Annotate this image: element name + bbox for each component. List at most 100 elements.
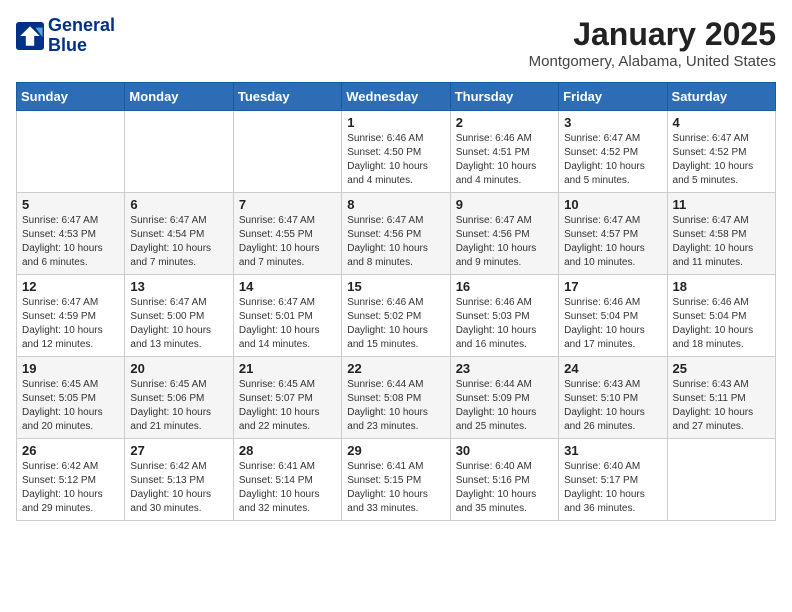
logo-line2: Blue [48,36,115,56]
calendar-cell [667,439,775,521]
day-number: 7 [239,197,336,212]
calendar-cell: 29 Sunrise: 6:41 AM Sunset: 5:15 PM Dayli… [342,439,450,521]
day-number: 29 [347,443,444,458]
day-info: Sunrise: 6:41 AM Sunset: 5:15 PM Dayligh… [347,460,444,516]
week-row-4: 26 Sunrise: 6:42 AM Sunset: 5:12 PM Dayli… [17,439,776,521]
week-row-1: 5Sunrise: 6:47 AM Sunset: 4:53 PM Daylig… [17,193,776,275]
title-area: January 2025 Montgomery, Alabama, United… [529,16,776,70]
calendar-cell: 11 Sunrise: 6:47 AM Sunset: 4:58 PM Dayli… [667,193,775,275]
week-row-3: 19 Sunrise: 6:45 AM Sunset: 5:05 PM Dayli… [17,357,776,439]
calendar-cell: 31 Sunrise: 6:40 AM Sunset: 5:17 PM Dayli… [559,439,667,521]
logo-line1: General [48,16,115,36]
weekday-header-saturday: Saturday [667,83,775,111]
day-number: 17 [564,279,661,294]
weekday-header-row: SundayMondayTuesdayWednesdayThursdayFrid… [17,83,776,111]
day-number: 3 [564,115,661,130]
calendar-cell: 9 Sunrise: 6:47 AM Sunset: 4:56 PM Daylig… [450,193,558,275]
day-info: Sunrise: 6:47 AM Sunset: 5:00 PM Dayligh… [130,296,227,352]
day-number: 26 [22,443,119,458]
week-row-0: 1Sunrise: 6:46 AM Sunset: 4:50 PM Daylig… [17,111,776,193]
calendar-cell: 19 Sunrise: 6:45 AM Sunset: 5:05 PM Dayli… [17,357,125,439]
calendar-cell: 5Sunrise: 6:47 AM Sunset: 4:53 PM Daylig… [17,193,125,275]
day-info: Sunrise: 6:42 AM Sunset: 5:13 PM Dayligh… [130,460,227,516]
calendar-cell: 7Sunrise: 6:47 AM Sunset: 4:55 PM Daylig… [233,193,341,275]
logo: General Blue [16,16,115,56]
day-number: 10 [564,197,661,212]
calendar-cell: 12 Sunrise: 6:47 AM Sunset: 4:59 PM Dayli… [17,275,125,357]
calendar-cell: 14 Sunrise: 6:47 AM Sunset: 5:01 PM Dayli… [233,275,341,357]
logo-text: General Blue [48,16,115,56]
day-number: 30 [456,443,553,458]
day-number: 5 [22,197,119,212]
calendar-cell: 4Sunrise: 6:47 AM Sunset: 4:52 PM Daylig… [667,111,775,193]
day-number: 11 [673,197,770,212]
day-info: Sunrise: 6:47 AM Sunset: 5:01 PM Dayligh… [239,296,336,352]
day-info: Sunrise: 6:47 AM Sunset: 4:52 PM Dayligh… [673,132,770,188]
day-info: Sunrise: 6:47 AM Sunset: 4:54 PM Dayligh… [130,214,227,270]
calendar-cell: 18 Sunrise: 6:46 AM Sunset: 5:04 PM Dayli… [667,275,775,357]
calendar: SundayMondayTuesdayWednesdayThursdayFrid… [16,82,776,521]
day-number: 24 [564,361,661,376]
day-number: 31 [564,443,661,458]
calendar-cell: 20Sunrise: 6:45 AM Sunset: 5:06 PM Dayli… [125,357,233,439]
day-info: Sunrise: 6:45 AM Sunset: 5:07 PM Dayligh… [239,378,336,434]
calendar-cell: 13 Sunrise: 6:47 AM Sunset: 5:00 PM Dayli… [125,275,233,357]
calendar-cell: 17 Sunrise: 6:46 AM Sunset: 5:04 PM Dayli… [559,275,667,357]
day-number: 21 [239,361,336,376]
weekday-header-thursday: Thursday [450,83,558,111]
calendar-cell: 21 Sunrise: 6:45 AM Sunset: 5:07 PM Dayli… [233,357,341,439]
calendar-cell: 23Sunrise: 6:44 AM Sunset: 5:09 PM Dayli… [450,357,558,439]
day-info: Sunrise: 6:43 AM Sunset: 5:11 PM Dayligh… [673,378,770,434]
day-number: 27 [130,443,227,458]
day-info: Sunrise: 6:47 AM Sunset: 4:56 PM Dayligh… [347,214,444,270]
calendar-cell: 24 Sunrise: 6:43 AM Sunset: 5:10 PM Dayli… [559,357,667,439]
day-info: Sunrise: 6:46 AM Sunset: 4:51 PM Dayligh… [456,132,553,188]
day-info: Sunrise: 6:45 AM Sunset: 5:05 PM Dayligh… [22,378,119,434]
header: General Blue January 2025 Montgomery, Al… [16,16,776,70]
weekday-header-tuesday: Tuesday [233,83,341,111]
calendar-cell [125,111,233,193]
calendar-cell: 26 Sunrise: 6:42 AM Sunset: 5:12 PM Dayli… [17,439,125,521]
day-number: 19 [22,361,119,376]
weekday-header-sunday: Sunday [17,83,125,111]
day-number: 6 [130,197,227,212]
day-info: Sunrise: 6:46 AM Sunset: 5:04 PM Dayligh… [673,296,770,352]
calendar-cell: 2Sunrise: 6:46 AM Sunset: 4:51 PM Daylig… [450,111,558,193]
calendar-cell: 15Sunrise: 6:46 AM Sunset: 5:02 PM Dayli… [342,275,450,357]
day-number: 14 [239,279,336,294]
week-row-2: 12 Sunrise: 6:47 AM Sunset: 4:59 PM Dayli… [17,275,776,357]
calendar-cell: 27 Sunrise: 6:42 AM Sunset: 5:13 PM Dayli… [125,439,233,521]
month-title: January 2025 [529,16,776,53]
day-info: Sunrise: 6:47 AM Sunset: 4:56 PM Dayligh… [456,214,553,270]
day-info: Sunrise: 6:45 AM Sunset: 5:06 PM Dayligh… [130,378,227,434]
day-number: 22 [347,361,444,376]
calendar-cell: 1Sunrise: 6:46 AM Sunset: 4:50 PM Daylig… [342,111,450,193]
day-number: 18 [673,279,770,294]
day-info: Sunrise: 6:47 AM Sunset: 4:52 PM Dayligh… [564,132,661,188]
day-info: Sunrise: 6:46 AM Sunset: 5:02 PM Dayligh… [347,296,444,352]
day-number: 28 [239,443,336,458]
day-info: Sunrise: 6:40 AM Sunset: 5:17 PM Dayligh… [564,460,661,516]
day-info: Sunrise: 6:47 AM Sunset: 4:58 PM Dayligh… [673,214,770,270]
day-info: Sunrise: 6:47 AM Sunset: 4:59 PM Dayligh… [22,296,119,352]
day-info: Sunrise: 6:40 AM Sunset: 5:16 PM Dayligh… [456,460,553,516]
day-info: Sunrise: 6:42 AM Sunset: 5:12 PM Dayligh… [22,460,119,516]
calendar-cell: 16Sunrise: 6:46 AM Sunset: 5:03 PM Dayli… [450,275,558,357]
day-number: 1 [347,115,444,130]
day-number: 25 [673,361,770,376]
calendar-cell: 8 Sunrise: 6:47 AM Sunset: 4:56 PM Daylig… [342,193,450,275]
day-info: Sunrise: 6:43 AM Sunset: 5:10 PM Dayligh… [564,378,661,434]
day-number: 12 [22,279,119,294]
day-number: 9 [456,197,553,212]
day-info: Sunrise: 6:46 AM Sunset: 5:03 PM Dayligh… [456,296,553,352]
calendar-cell: 10 Sunrise: 6:47 AM Sunset: 4:57 PM Dayli… [559,193,667,275]
logo-icon [16,22,44,50]
day-number: 13 [130,279,227,294]
day-number: 8 [347,197,444,212]
day-number: 23 [456,361,553,376]
day-info: Sunrise: 6:46 AM Sunset: 5:04 PM Dayligh… [564,296,661,352]
day-info: Sunrise: 6:47 AM Sunset: 4:57 PM Dayligh… [564,214,661,270]
calendar-cell: 3 Sunrise: 6:47 AM Sunset: 4:52 PM Daylig… [559,111,667,193]
calendar-cell: 28Sunrise: 6:41 AM Sunset: 5:14 PM Dayli… [233,439,341,521]
calendar-cell: 25 Sunrise: 6:43 AM Sunset: 5:11 PM Dayli… [667,357,775,439]
